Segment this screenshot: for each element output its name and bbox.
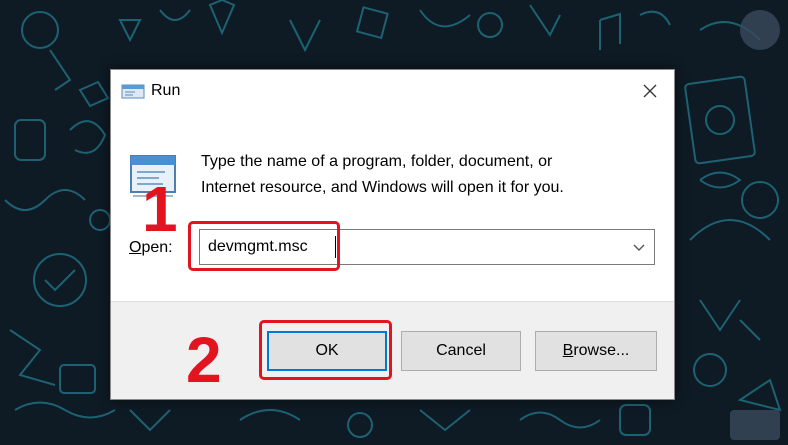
title-bar[interactable]: Run [111,70,674,112]
browse-label: rowse... [573,342,630,359]
dialog-title: Run [151,82,181,99]
step-number-1: 1 [142,173,178,245]
open-label-accelerator: O [129,239,142,256]
cancel-button[interactable]: Cancel [401,331,521,371]
description-line-2: Internet resource, and Windows will open… [201,179,564,196]
chevron-down-icon[interactable] [630,238,648,256]
browse-button[interactable]: Browse... [535,331,657,371]
input-highlight [188,221,340,271]
run-icon [121,84,145,99]
step-number-2: 2 [186,324,222,396]
ok-highlight [259,320,392,380]
description-line-1: Type the name of a program, folder, docu… [201,153,553,170]
browse-accelerator: B [562,342,574,359]
close-icon[interactable] [638,79,662,103]
description: Type the name of a program, folder, docu… [201,149,631,201]
